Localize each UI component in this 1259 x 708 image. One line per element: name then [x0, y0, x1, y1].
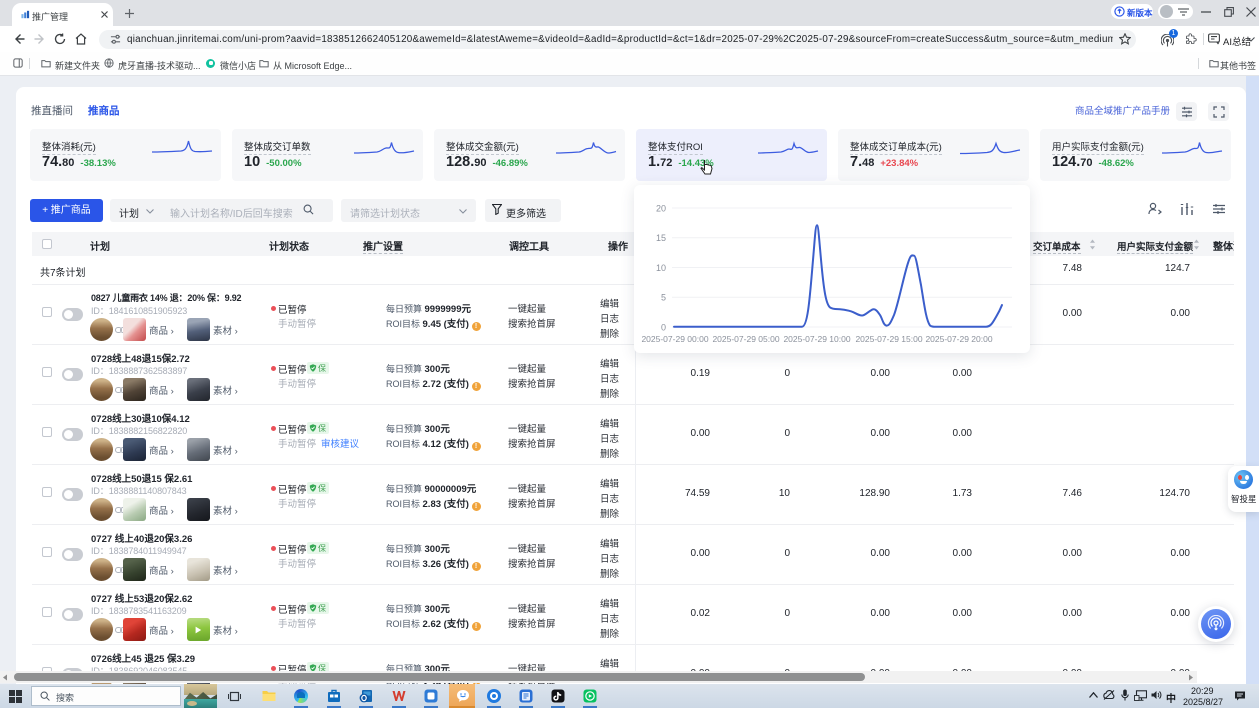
svg-text:2025-07-29 00:00: 2025-07-29 00:00	[641, 334, 708, 344]
svg-text:10: 10	[656, 263, 666, 273]
svg-text:2025-07-29 20:00: 2025-07-29 20:00	[925, 334, 992, 344]
svg-text:2025-07-29 10:00: 2025-07-29 10:00	[783, 334, 850, 344]
svg-text:15: 15	[656, 233, 666, 243]
svg-text:2025-07-29 15:00: 2025-07-29 15:00	[855, 334, 922, 344]
svg-text:5: 5	[661, 293, 666, 303]
svg-text:2025-07-29 05:00: 2025-07-29 05:00	[712, 334, 779, 344]
svg-text:0: 0	[661, 323, 666, 333]
svg-text:20: 20	[656, 204, 666, 214]
